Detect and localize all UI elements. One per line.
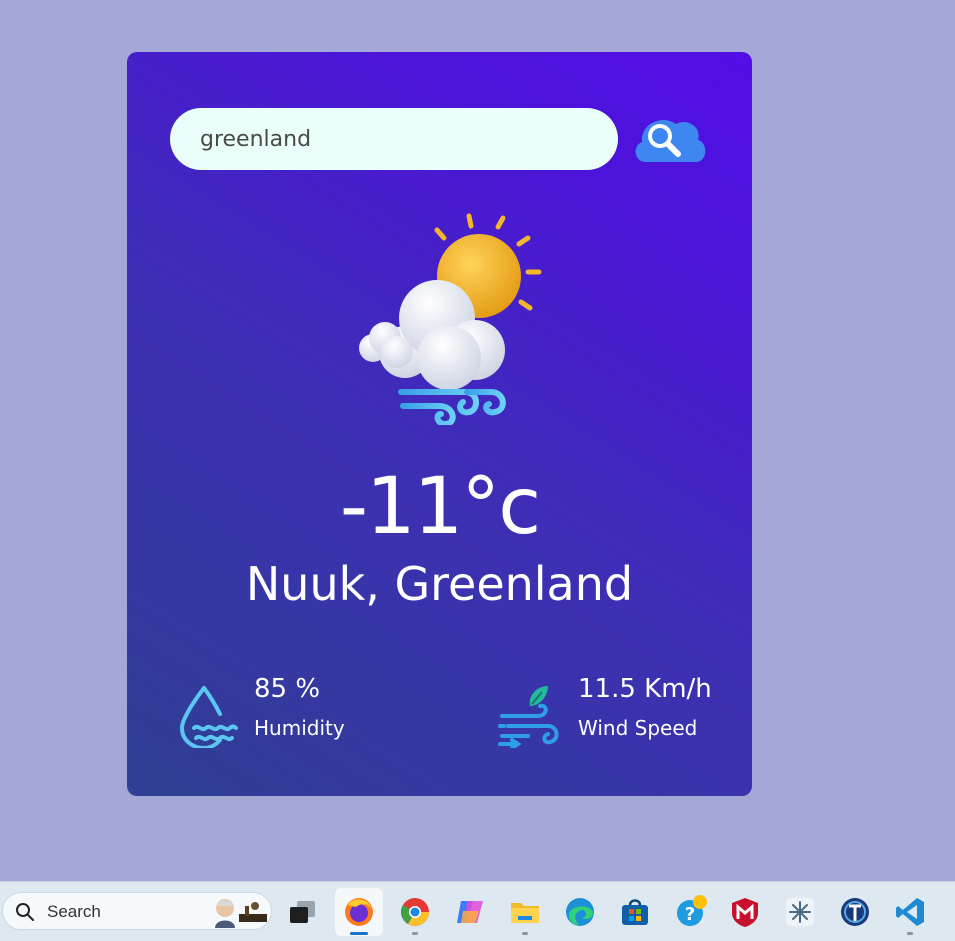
cloud-search-icon <box>635 120 706 162</box>
search-highlight-icon <box>215 899 267 928</box>
firefox-icon <box>345 898 373 926</box>
copilot-button[interactable] <box>453 895 487 929</box>
snowflake-icon <box>786 898 814 926</box>
chrome-indicator <box>412 932 418 935</box>
search-icon <box>16 903 34 921</box>
mcafee-shield-icon <box>732 898 758 927</box>
humidity-icon <box>174 682 240 751</box>
search-button[interactable] <box>632 112 708 168</box>
wind-icon <box>498 682 564 750</box>
taskbar-search-label: Search <box>47 902 101 921</box>
chrome-button[interactable] <box>398 895 432 929</box>
weather-card: -11°c Nuuk, Greenland 85 % Humidity <box>127 52 752 796</box>
copilot-icon <box>457 901 483 923</box>
vscode-icon <box>896 898 924 926</box>
task-view-button[interactable] <box>286 895 320 929</box>
app-logo-icon <box>841 898 869 926</box>
wind-value: 11.5 Km/h <box>578 674 712 704</box>
help-button[interactable]: ? <box>674 895 708 929</box>
file-explorer-button[interactable] <box>508 895 542 929</box>
partly-cloudy-windy-icon <box>344 210 545 428</box>
snowflake-app-button[interactable] <box>783 895 817 929</box>
microsoft-store-button[interactable] <box>618 895 652 929</box>
help-icon: ? <box>677 895 707 926</box>
mcafee-button[interactable] <box>728 895 762 929</box>
taskbar-search[interactable]: Search <box>2 892 272 930</box>
chrome-icon <box>401 898 429 926</box>
task-view-icon <box>290 901 315 923</box>
city-name: Nuuk, Greenland <box>245 557 634 611</box>
humidity-label: Humidity <box>254 716 345 740</box>
svg-text:?: ? <box>685 904 695 925</box>
edge-icon <box>566 898 594 926</box>
temperature: -11°c <box>339 462 541 552</box>
wind-label: Wind Speed <box>578 716 698 740</box>
vscode-button[interactable] <box>893 895 927 929</box>
file-explorer-indicator <box>522 932 528 935</box>
wind-detail: 11.5 Km/h Wind Speed <box>498 672 758 752</box>
taskbar: Search ? <box>0 881 955 941</box>
folder-icon <box>511 903 539 923</box>
firefox-active-indicator <box>350 932 368 935</box>
search-input[interactable] <box>170 108 618 170</box>
store-icon <box>622 899 648 925</box>
humidity-detail: 85 % Humidity <box>174 672 424 752</box>
blue-app-button[interactable] <box>838 895 872 929</box>
firefox-button[interactable] <box>342 895 376 929</box>
vscode-indicator <box>907 932 913 935</box>
edge-button[interactable] <box>563 895 597 929</box>
humidity-value: 85 % <box>254 674 321 704</box>
